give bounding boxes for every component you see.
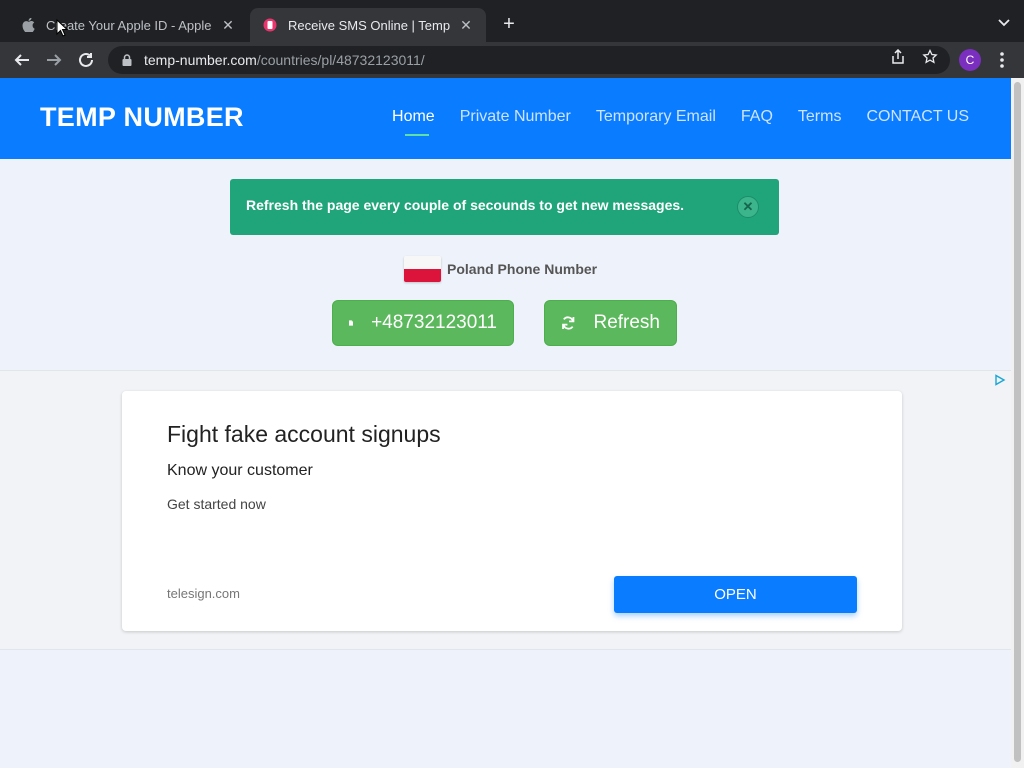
alert-message: Refresh the page every couple of secound… — [246, 197, 685, 213]
arrow-left-icon — [14, 54, 29, 66]
site-header: TEMP NUMBER Home Private Number Temporar… — [0, 78, 1011, 159]
alert-close-button[interactable]: ✕ — [737, 196, 759, 218]
browser-toolbar: temp-number.com/countries/pl/48732123011… — [0, 42, 1024, 78]
page-scrollbar[interactable] — [1011, 78, 1024, 768]
file-icon — [349, 320, 354, 326]
share-icon[interactable] — [890, 49, 906, 65]
nav-temporary-email[interactable]: Temporary Email — [596, 108, 716, 132]
address-bar[interactable]: temp-number.com/countries/pl/48732123011… — [108, 46, 950, 74]
ad-open-button[interactable]: OPEN — [614, 576, 857, 613]
forward-button[interactable] — [42, 48, 66, 72]
copy-number-button[interactable]: +48732123011 — [332, 300, 514, 346]
nav-terms[interactable]: Terms — [798, 108, 842, 132]
ad-headline[interactable]: Fight fake account signups — [167, 421, 441, 448]
ad-domain[interactable]: telesign.com — [167, 586, 240, 601]
profile-avatar[interactable]: C — [959, 49, 981, 71]
phone-number-label: +48732123011 — [371, 312, 497, 333]
url-host: temp-number.com — [144, 52, 257, 68]
mouse-cursor-icon — [56, 19, 68, 37]
tab-close-icon[interactable]: ✕ — [458, 17, 474, 33]
adchoices-icon[interactable] — [994, 374, 1006, 386]
url-path: /countries/pl/48732123011/ — [256, 52, 425, 68]
apple-icon — [20, 17, 36, 33]
menu-dots-icon[interactable] — [996, 50, 1008, 70]
star-icon[interactable] — [922, 49, 938, 65]
web-page: TEMP NUMBER Home Private Number Temporar… — [0, 78, 1011, 768]
temp-number-favicon — [262, 17, 278, 33]
nav-private-number[interactable]: Private Number — [460, 108, 571, 132]
reload-icon — [79, 52, 93, 67]
ad-card[interactable]: Fight fake account signups Know your cus… — [122, 391, 902, 631]
refresh-label: Refresh — [593, 312, 660, 333]
lock-icon[interactable] — [120, 53, 134, 67]
tab-temp-number[interactable]: Receive SMS Online | Tempora ✕ — [250, 8, 486, 42]
refresh-icon — [562, 316, 575, 330]
tab-apple-id[interactable]: Create Your Apple ID - Apple ✕ — [8, 8, 248, 42]
tab-title: Create Your Apple ID - Apple — [46, 17, 212, 33]
scrollbar-thumb[interactable] — [1014, 82, 1021, 762]
poland-flag — [404, 256, 441, 282]
tab-title: Receive SMS Online | Tempora — [288, 17, 450, 33]
site-logo[interactable]: TEMP NUMBER — [40, 102, 244, 133]
tab-close-icon[interactable]: ✕ — [220, 17, 236, 33]
chevron-down-icon[interactable] — [996, 14, 1012, 30]
reload-button[interactable] — [74, 48, 98, 72]
country-label: Poland Phone Number — [447, 261, 598, 277]
info-alert: Refresh the page every couple of secound… — [230, 179, 779, 235]
back-button[interactable] — [10, 48, 34, 72]
main-nav: Home Private Number Temporary Email FAQ … — [392, 108, 969, 136]
nav-home[interactable]: Home — [392, 108, 435, 136]
nav-faq[interactable]: FAQ — [741, 108, 773, 132]
country-heading: Poland Phone Number — [404, 256, 597, 282]
refresh-button[interactable]: Refresh — [544, 300, 677, 346]
new-tab-button[interactable]: + — [498, 13, 520, 35]
ad-subhead: Know your customer — [167, 462, 313, 479]
ad-description: Get started now — [167, 496, 266, 512]
nav-contact-us[interactable]: CONTACT US — [866, 108, 969, 132]
arrow-right-icon — [47, 54, 62, 66]
browser-tabstrip: Create Your Apple ID - Apple ✕ Receive S… — [0, 0, 1024, 42]
